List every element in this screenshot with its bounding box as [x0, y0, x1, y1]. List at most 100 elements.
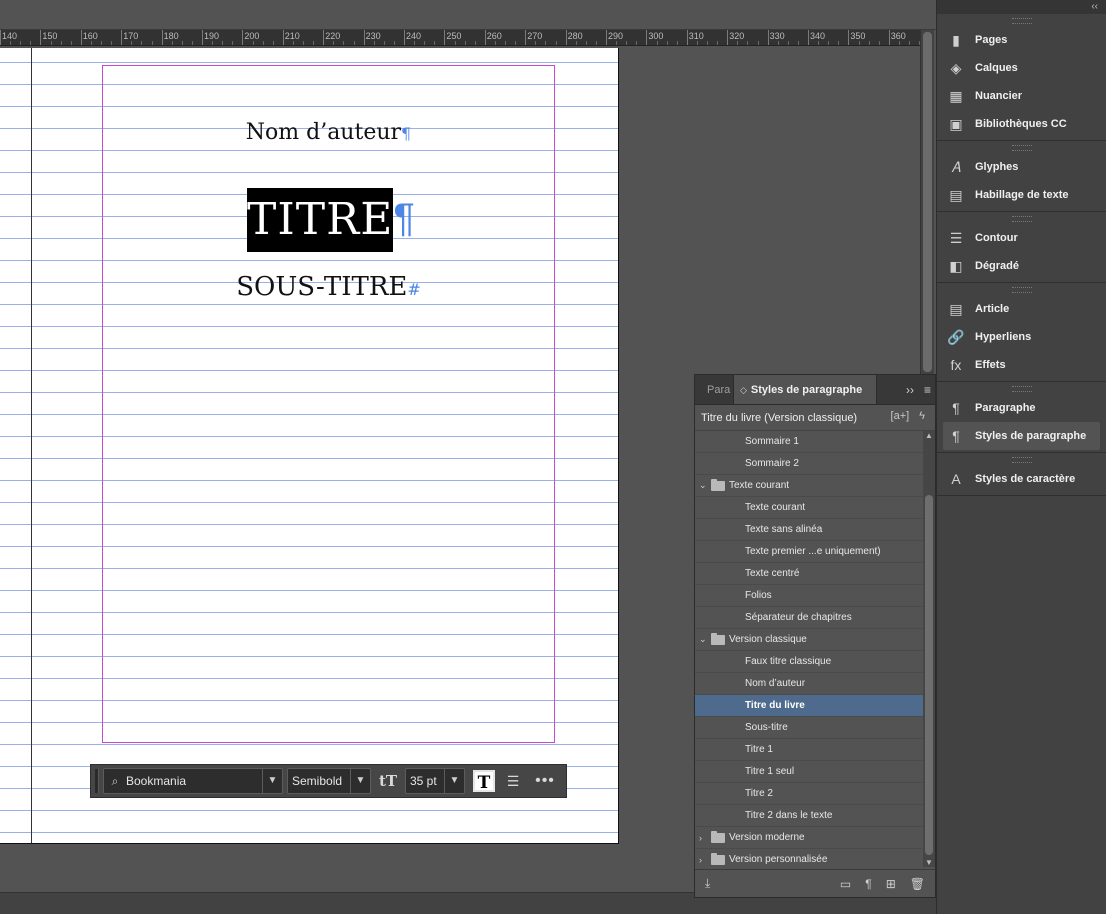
- dock-group-grip[interactable]: [1011, 216, 1032, 222]
- ruler-minor-tick: [454, 41, 456, 45]
- style-row[interactable]: Titre 2: [695, 783, 923, 805]
- dock-group-grip[interactable]: [1011, 287, 1032, 293]
- clear-overrides-icon[interactable]: ¶: [865, 877, 871, 891]
- style-row[interactable]: Titre 2 dans le texte: [695, 805, 923, 827]
- title-text-frame[interactable]: TITRE¶: [247, 188, 415, 252]
- ruler-minor-tick: [868, 41, 870, 45]
- style-group-row[interactable]: ⌄ Version classique: [695, 629, 923, 651]
- quick-apply-icon[interactable]: ϟ: [919, 410, 925, 422]
- dock-item-degrade[interactable]: ◧ Dégradé: [937, 252, 1106, 280]
- style-row[interactable]: Texte courant: [695, 497, 923, 519]
- more-options-icon[interactable]: •••: [531, 772, 559, 790]
- dock-item-label: Article: [975, 303, 1010, 315]
- tab-paragraph[interactable]: Para: [695, 375, 733, 404]
- new-style-icon[interactable]: ⊞: [886, 877, 896, 891]
- font-style-value[interactable]: Semibold: [292, 774, 350, 788]
- text-fill-icon[interactable]: T: [473, 770, 495, 793]
- dock-item-nuancier[interactable]: ▦ Nuancier: [937, 82, 1106, 110]
- style-row[interactable]: Texte premier ...e uniquement): [695, 541, 923, 563]
- chevron-down-icon[interactable]: ▼: [444, 769, 464, 793]
- ruler-minor-tick: [181, 41, 183, 45]
- dock-item-contour[interactable]: ☰ Contour: [937, 224, 1106, 252]
- font-style-field[interactable]: Semibold ▼: [287, 768, 371, 794]
- ruler-minor-tick: [595, 41, 597, 45]
- dock-group: ▮ Pages ◈ Calques ▦ Nuancier ▣ Bibliothèques CC: [937, 14, 1106, 141]
- chevron-down-icon[interactable]: ⌄: [699, 634, 711, 645]
- dock-item-habillage[interactable]: ▤ Habillage de texte: [937, 181, 1106, 209]
- author-text-frame[interactable]: Nom d’auteur¶: [102, 120, 555, 145]
- dock-item-calques[interactable]: ◈ Calques: [937, 54, 1106, 82]
- dock-item-glyphes[interactable]: 𝐴 Glyphes: [937, 153, 1106, 181]
- ruler-minor-tick: [60, 41, 62, 45]
- chevron-down-icon[interactable]: ▼: [350, 769, 370, 793]
- style-row[interactable]: Texte centré: [695, 563, 923, 585]
- dock-item-article[interactable]: ▤ Article: [937, 295, 1106, 323]
- style-group-row[interactable]: ⌄ Texte courant: [695, 475, 923, 497]
- dock-group-grip[interactable]: [1011, 145, 1032, 151]
- ruler-minor-tick: [575, 41, 577, 45]
- scroll-thumb[interactable]: [925, 495, 933, 855]
- author-text[interactable]: Nom d’auteur: [246, 120, 401, 145]
- dock-item-pages[interactable]: ▮ Pages: [937, 26, 1106, 54]
- style-row[interactable]: Titre du livre: [695, 695, 923, 717]
- scroll-down-icon[interactable]: ▼: [925, 858, 933, 867]
- dock-item-bibliotheques[interactable]: ▣ Bibliothèques CC: [937, 110, 1106, 138]
- task-bar-grip[interactable]: [95, 769, 99, 793]
- styles-list-scrollbar[interactable]: ▲ ▼: [923, 431, 935, 867]
- panel-menu-icon[interactable]: ≡: [924, 383, 931, 397]
- font-family-value[interactable]: Bookmania: [126, 774, 262, 788]
- title-text-selected[interactable]: TITRE: [247, 188, 394, 252]
- delete-style-icon[interactable]: 🗑: [910, 877, 925, 891]
- chevron-down-icon[interactable]: ▼: [262, 769, 282, 793]
- paragraph-styles-list[interactable]: Sommaire 1 Sommaire 2 ⌄ Texte courant Texte …: [695, 431, 923, 867]
- dock-group-grip[interactable]: [1011, 386, 1032, 392]
- style-label: Titre 2 dans le texte: [745, 810, 833, 821]
- chevron-right-icon[interactable]: ›: [699, 855, 711, 865]
- panel-footer: ⤓ ▭ ¶ ⊞ 🗑: [695, 869, 935, 897]
- horizontal-ruler[interactable]: 140 150 160 170 180 190 200 210 220 230 240 250 260 2…: [0, 30, 920, 46]
- style-group-row[interactable]: › Version personnalisée: [695, 849, 923, 867]
- expand-panel-icon[interactable]: ››: [906, 383, 914, 397]
- dock-item-paragraphe[interactable]: ¶ Paragraphe: [937, 394, 1106, 422]
- style-row[interactable]: Texte sans alinéa: [695, 519, 923, 541]
- style-row[interactable]: Folios: [695, 585, 923, 607]
- ruler-label: 190: [204, 31, 220, 41]
- style-row[interactable]: Nom d’auteur: [695, 673, 923, 695]
- collapse-dock-icon[interactable]: ‹‹: [1091, 1, 1098, 12]
- ruler-label: 200: [244, 31, 260, 41]
- dock-item-styles-paragraphe[interactable]: ¶ Styles de paragraphe: [943, 422, 1100, 450]
- new-style-from-selection-icon[interactable]: [a+]: [891, 410, 910, 422]
- font-family-field[interactable]: ⌕ Bookmania ▼: [103, 768, 283, 794]
- style-row[interactable]: Sommaire 1: [695, 431, 923, 453]
- dock-item-effets[interactable]: fx Effets: [937, 351, 1106, 379]
- search-icon[interactable]: ⌕: [104, 774, 126, 789]
- chevron-right-icon[interactable]: ›: [699, 833, 711, 843]
- dock-group-grip[interactable]: [1011, 457, 1032, 463]
- style-row[interactable]: Titre 1 seul: [695, 761, 923, 783]
- ruler-label: 240: [406, 31, 422, 41]
- style-group-row[interactable]: › Version moderne: [695, 827, 923, 849]
- style-row[interactable]: Sommaire 2: [695, 453, 923, 475]
- subtitle-text-frame[interactable]: SOUS-TITRE#: [102, 272, 555, 302]
- document-page[interactable]: Nom d’auteur¶ TITRE¶ SOUS-TITRE#: [0, 48, 619, 844]
- style-row[interactable]: Sous-titre: [695, 717, 923, 739]
- font-size-field[interactable]: 35 pt ▼: [405, 768, 465, 794]
- ruler-minor-tick: [303, 41, 304, 45]
- subtitle-text[interactable]: SOUS-TITRE: [236, 272, 407, 302]
- style-row[interactable]: Titre 1: [695, 739, 923, 761]
- dock-item-styles-caractere[interactable]: A Styles de caractère: [937, 465, 1106, 493]
- load-styles-icon[interactable]: ⤓: [705, 876, 710, 891]
- tab-paragraph-styles[interactable]: ◇ Styles de paragraphe: [733, 375, 878, 404]
- chevron-down-icon[interactable]: ⌄: [699, 480, 711, 491]
- font-size-value[interactable]: 35 pt: [410, 774, 444, 788]
- scroll-thumb[interactable]: [923, 32, 932, 372]
- style-row[interactable]: Séparateur de chapitres: [695, 607, 923, 629]
- ruler-minor-tick: [656, 41, 658, 45]
- scroll-up-icon[interactable]: ▲: [925, 431, 933, 440]
- new-group-folder-icon[interactable]: ▭: [840, 877, 851, 891]
- dock-item-hyperliens[interactable]: 🔗 Hyperliens: [937, 323, 1106, 351]
- align-left-icon[interactable]: ☰: [499, 773, 527, 790]
- ruler-label: 310: [688, 31, 704, 41]
- style-row[interactable]: Faux titre classique: [695, 651, 923, 673]
- dock-group-grip[interactable]: [1011, 18, 1032, 24]
